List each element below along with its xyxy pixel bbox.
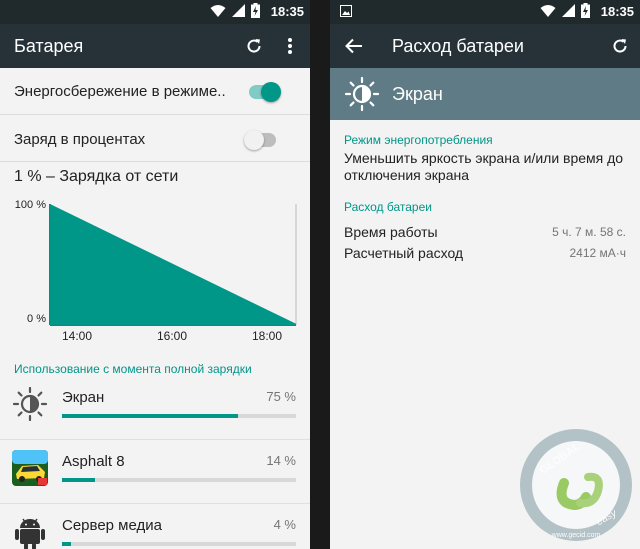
power-mode-action[interactable]: Уменьшить яркость экрана и/или время до … — [344, 150, 634, 184]
battery-level-area — [50, 204, 296, 325]
refresh-button[interactable] — [608, 34, 632, 58]
x-tick-label: 14:00 — [62, 329, 92, 343]
usage-bar-fill — [62, 542, 72, 546]
battery-history-chart: 100 % 0 % 14:00 16:00 18:00 — [15, 199, 297, 343]
app-bar: Расход батареи — [330, 24, 640, 68]
detail-header: Экран — [330, 68, 640, 120]
status-icons — [210, 3, 260, 18]
stat-value: 5 ч. 7 м. 58 с. — [552, 225, 626, 239]
usage-bar — [62, 478, 296, 482]
usage-bar-fill — [62, 478, 95, 482]
signal-icon — [232, 4, 245, 17]
y-tick-label: 0 % — [27, 313, 46, 325]
stat-label: Расчетный расход — [344, 245, 464, 261]
app-percent: 4 % — [273, 517, 296, 532]
gecid-watermark-logo: GLOBAL easy www.gecid.com — [520, 429, 632, 541]
status-bar: 18:35 — [330, 0, 640, 24]
toggle-knob — [244, 130, 264, 150]
stat-row-runtime: Время работы 5 ч. 7 м. 58 с. — [344, 224, 626, 242]
detail-title: Экран — [392, 84, 443, 104]
battery-usage-detail-screen: 18:35 Расход батареи Экран Режим энергоп… — [330, 0, 640, 549]
setting-label: Заряд в процентах — [14, 131, 146, 148]
asphalt-8-app-icon — [12, 450, 48, 486]
usage-bar — [62, 414, 296, 418]
setting-row-battery-percent[interactable]: Заряд в процентах — [0, 115, 310, 162]
page-title: Расход батареи — [392, 36, 524, 56]
app-name: Сервер медиа — [62, 517, 162, 534]
refresh-icon — [613, 39, 627, 53]
usage-bar — [62, 542, 296, 546]
usage-bar-fill — [62, 414, 238, 418]
battery-usage-header: Расход батареи — [344, 200, 432, 214]
status-icons — [540, 3, 590, 18]
battery-screen: 18:35 Батарея Энергосбережение в режиме.… — [0, 0, 310, 549]
usage-row-screen[interactable]: Экран 75 % — [0, 376, 310, 440]
x-tick-label: 18:00 — [252, 329, 282, 343]
wifi-icon — [210, 4, 226, 17]
android-robot-icon — [15, 518, 45, 549]
refresh-button[interactable] — [242, 34, 266, 58]
setting-label: Энергосбережение в режиме.. — [14, 83, 226, 100]
toggle-knob — [261, 82, 281, 102]
setting-row-power-saving[interactable]: Энергосбережение в режиме.. — [0, 68, 310, 115]
arrow-back-icon — [345, 38, 362, 54]
signal-icon — [562, 4, 575, 17]
back-button[interactable] — [342, 34, 366, 58]
wifi-icon — [540, 4, 556, 17]
app-name: Asphalt 8 — [62, 453, 125, 470]
screen-brightness-icon — [344, 76, 380, 112]
more-vert-icon — [288, 38, 292, 54]
status-bar: 18:35 — [0, 0, 310, 24]
charge-status: 1 % – Зарядка от сети — [14, 168, 179, 185]
clock: 18:35 — [600, 4, 634, 19]
overflow-menu-button[interactable] — [278, 34, 302, 58]
usage-row-asphalt-8[interactable]: Asphalt 8 14 % — [0, 440, 310, 504]
screen-brightness-icon — [12, 386, 48, 422]
battery-charging-icon — [581, 3, 590, 18]
x-tick-label: 16:00 — [157, 329, 187, 343]
watermark-url: www.gecid.com — [551, 532, 601, 539]
battery-charging-icon — [251, 3, 260, 18]
power-saving-toggle[interactable] — [249, 82, 281, 102]
stat-label: Время работы — [344, 224, 438, 240]
stat-row-estimated-usage: Расчетный расход 2412 мА·ч — [344, 245, 626, 263]
usage-section-header: Использование с момента полной зарядки — [14, 362, 252, 376]
clock: 18:35 — [270, 4, 304, 19]
image-notification-icon — [340, 5, 352, 17]
battery-percent-toggle[interactable] — [244, 130, 276, 150]
power-mode-header: Режим энергопотребления — [344, 133, 493, 147]
app-percent: 75 % — [266, 389, 296, 404]
page-title: Батарея — [14, 36, 84, 56]
app-bar: Батарея — [0, 24, 310, 68]
usage-row-media-server[interactable]: Сервер медиа 4 % — [0, 504, 310, 549]
refresh-icon — [247, 39, 261, 53]
stat-value: 2412 мА·ч — [569, 246, 626, 260]
app-percent: 14 % — [266, 453, 296, 468]
app-name: Экран — [62, 389, 105, 406]
y-tick-label: 100 % — [15, 199, 46, 211]
